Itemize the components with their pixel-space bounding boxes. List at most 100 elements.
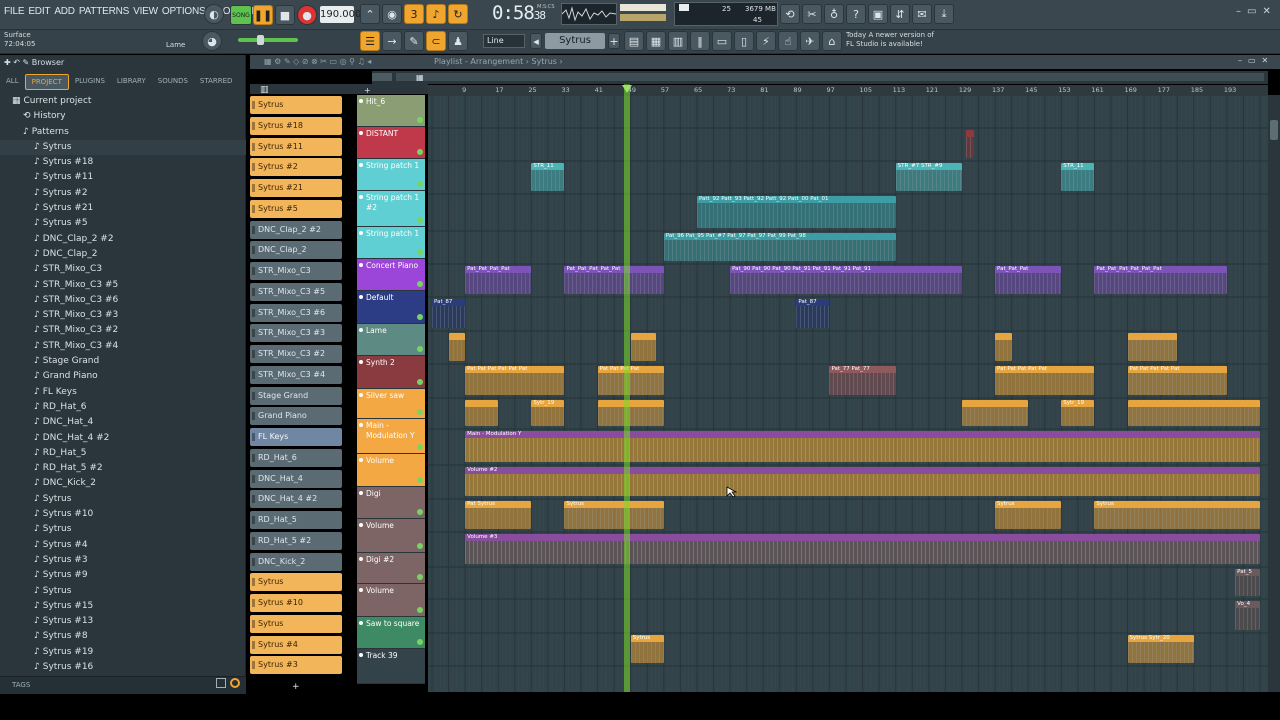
pattern-clip[interactable]: Sytrus Sytr_20 [1127, 635, 1194, 663]
pattern-clip-item[interactable]: RD_Hat_6 [250, 448, 342, 467]
track-mute-led[interactable] [417, 509, 423, 515]
pattern-clip[interactable] [1127, 333, 1178, 361]
pattern-selector[interactable]: Sytrus [545, 33, 605, 49]
pattern-clip[interactable]: Pat Sytrus [465, 501, 532, 529]
pattern-clip-item[interactable]: Sytrus [250, 96, 342, 114]
track-mute-led[interactable] [417, 444, 423, 450]
track-header[interactable]: Digi [357, 487, 425, 519]
pause-button[interactable]: ❚❚ [253, 5, 273, 25]
pattern-clip[interactable]: Sytrus [564, 501, 664, 529]
snap-select[interactable]: Line [483, 34, 525, 48]
add-pattern-icon[interactable]: + [292, 682, 300, 692]
browser-item[interactable]: ⟲ History [0, 109, 246, 124]
browser-item[interactable]: ♪ Patterns [0, 125, 246, 140]
download-icon[interactable]: ⤓ [934, 4, 954, 24]
loop-record-icon[interactable]: ↻ [448, 4, 468, 24]
browser-item[interactable]: ♪ RD_Hat_5 #2 [0, 461, 246, 476]
pattern-clip[interactable]: Pat Pat Pat Pat [597, 366, 664, 395]
chat-icon[interactable]: ✉ [912, 4, 932, 24]
browser-item[interactable]: ♪ Sytrus #3 [0, 553, 246, 568]
browser-item[interactable]: ♪ Sytrus #21 [0, 201, 246, 216]
browser-item[interactable]: ♪ Sytrus #16 [0, 660, 246, 675]
track-mute-led[interactable] [417, 149, 423, 155]
pattern-clip-item[interactable]: Sytrus #5 [250, 199, 342, 218]
browser-tab-sounds[interactable]: SOUNDS [152, 74, 194, 90]
browser-item[interactable]: ♪ DNC_Kick_2 [0, 476, 246, 491]
track-header[interactable]: Synth 2 [357, 356, 425, 389]
pattern-clip-item[interactable]: Sytrus #18 [250, 116, 342, 135]
browser-tab-library[interactable]: LIBRARY [111, 74, 152, 90]
browser-item[interactable]: ♪ Sytrus [0, 492, 246, 507]
automation-clip[interactable]: Volume #2 [465, 467, 1260, 496]
browser-item[interactable]: ♪ DNC_Clap_2 [0, 247, 246, 262]
pattern-clip[interactable] [630, 333, 656, 361]
pattern-clip-item[interactable]: STR_Mixo_C3 #5 [250, 282, 342, 301]
track-header[interactable]: Volume [357, 519, 425, 553]
master-volume-slider[interactable] [238, 38, 298, 42]
pattern-clip[interactable]: Pat Pat Pat Pat Pat [1127, 366, 1227, 395]
pattern-clip[interactable]: Pat_96 Pat_95 Pat_#7 Pat_97 Pat_97 Pat_9… [663, 233, 896, 261]
mixer-icon[interactable]: ⇵ [890, 4, 910, 24]
menu-edit[interactable]: EDIT [28, 6, 50, 17]
pattern-clip-item[interactable]: STR_Mixo_C3 #2 [250, 345, 342, 363]
menu-options[interactable]: OPTIONS [162, 6, 206, 17]
record-button[interactable]: ● [297, 5, 317, 25]
wait-record-icon[interactable]: ◉ [382, 4, 402, 24]
browser-item[interactable]: ♪ Sytrus #11 [0, 170, 246, 185]
browser-item[interactable]: ♪ Sytrus #15 [0, 599, 246, 614]
channel-filter-icon[interactable]: ▦ [416, 73, 426, 83]
microphone-icon[interactable]: ♁ [824, 4, 844, 24]
pattern-clip-item[interactable]: FL Keys [250, 428, 342, 446]
track-mute-led[interactable] [417, 117, 423, 123]
pattern-clip[interactable]: Pat Pat Pat Pat Pat Pat [465, 366, 565, 395]
browser-item[interactable]: ♪ STR_Mixo_C3 #6 [0, 293, 246, 308]
track-mute-led[interactable] [417, 409, 423, 415]
stop-button[interactable]: ■ [275, 5, 295, 25]
track-header[interactable]: Hit_6 [357, 95, 425, 127]
browser-item[interactable]: ♪ STR_Mixo_C3 [0, 262, 246, 277]
add-track-icon[interactable]: + [364, 86, 371, 95]
pattern-clip-item[interactable]: Sytrus #10 [250, 594, 342, 612]
pattern-clip-item[interactable]: Grand Piano [250, 407, 342, 426]
pattern-clip-item[interactable]: DNC_Kick_2 [250, 552, 342, 571]
track-mute-led[interactable] [417, 543, 423, 549]
browser-item[interactable]: ♪ STR_Mixo_C3 #3 [0, 308, 246, 323]
playlist-tools-icons[interactable]: ▦ ⚙ ✎ ◇ ⊘ ⊗ ✂ ▭ ◎ ⚲ ♫ ◂ [264, 55, 371, 69]
pattern-clip-item[interactable]: RD_Hat_5 [250, 511, 342, 529]
track-header[interactable]: Volume [357, 584, 425, 617]
magnet-icon[interactable]: ⊂ [426, 31, 446, 51]
track-header[interactable]: Lame [357, 324, 425, 356]
pattern-clip-item[interactable]: STR_Mixo_C3 #4 [250, 365, 342, 384]
menu-view[interactable]: VIEW [133, 6, 158, 17]
track-mute-led[interactable] [417, 249, 423, 255]
browser-item[interactable]: ▦ Current project [0, 94, 246, 109]
pattern-clip[interactable]: STR_#7 STR_#9 [895, 163, 962, 191]
browser-item[interactable]: ♪ Sytrus #2 [0, 186, 246, 201]
channel-rack-icon[interactable]: ✎ [404, 31, 424, 51]
tags-bar[interactable]: TAGS [0, 676, 246, 694]
track-mute-led[interactable] [417, 314, 423, 320]
pattern-clip[interactable]: Pat_87 [796, 299, 830, 328]
browser-item[interactable]: ♪ STR_Mixo_C3 #5 [0, 278, 246, 293]
folder-icon[interactable] [216, 678, 226, 688]
shop-icon[interactable]: ⌂ [822, 31, 842, 51]
browser-item[interactable]: ♪ Sytrus [0, 139, 246, 156]
track-header[interactable]: String patch 1 [357, 159, 425, 191]
pattern-clip[interactable]: Pat_90 Pat_90 Pat_90 Pat_91 Pat_91 Pat_9… [730, 266, 962, 294]
browser-tab-all[interactable]: ALL [0, 74, 25, 90]
pattern-clip[interactable]: Patt_92 Patt_93 Patt_92 Patt_92 Patt_00 … [696, 196, 896, 228]
pattern-clip[interactable]: Pat_87 [432, 299, 466, 328]
browser-tab-project[interactable]: PROJECT [24, 74, 69, 90]
browser-item[interactable]: ♪ DNC_Hat_4 [0, 415, 246, 430]
project-icon[interactable]: ▯ [734, 31, 754, 51]
search-icon[interactable] [230, 678, 240, 688]
browser-item[interactable]: ♪ STR_Mixo_C3 #2 [0, 323, 246, 338]
grid-icon[interactable]: ▥ [668, 31, 688, 51]
save-icon[interactable]: ▣ [868, 4, 888, 24]
pattern-clip[interactable] [448, 333, 466, 361]
pattern-clip[interactable]: Sytrus [995, 501, 1062, 529]
browser-item[interactable]: ♪ Grand Piano [0, 369, 246, 384]
browser-item[interactable]: ♪ RD_Hat_5 [0, 446, 246, 461]
track-header[interactable]: Volume [357, 454, 425, 487]
menu-file[interactable]: FILE [4, 6, 25, 17]
